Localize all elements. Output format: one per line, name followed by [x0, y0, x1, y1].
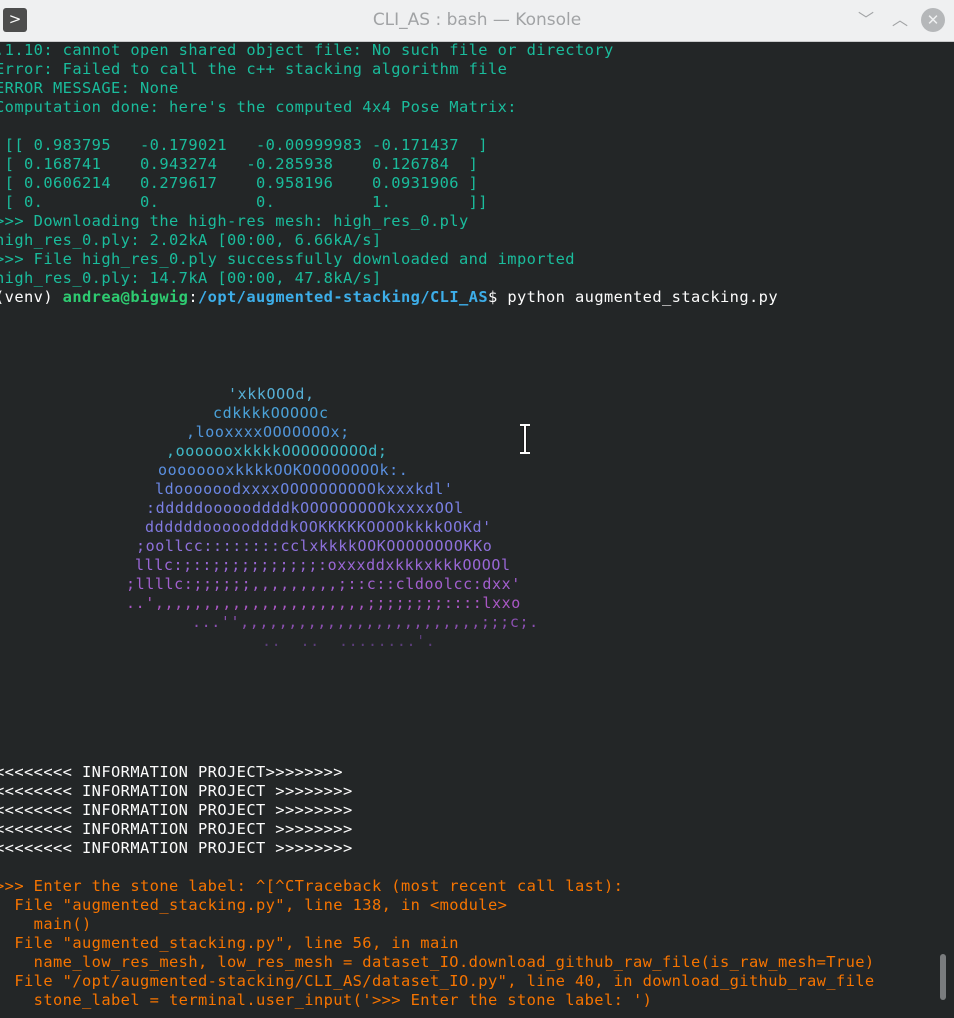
scrollbar-thumb[interactable] — [940, 954, 946, 1000]
traceback-line: File "/opt/augmented-stacking/CLI_AS/dat… — [0, 972, 875, 990]
window-title: CLI_AS : bash — Konsole — [372, 10, 582, 30]
ascii-art-line: ,looxxxxOOOOOOOx; — [186, 423, 350, 441]
ascii-art-line: ddddddoooooddddkOOKKKKKOOOOkkkkOOKd' — [145, 518, 492, 536]
traceback-line: File "augmented_stacking.py", line 56, i… — [0, 934, 459, 952]
info-line: <<<<<<<< INFORMATION PROJECT>>>>>>>> — [0, 763, 343, 781]
ascii-art-line: 'xkkOOOd, — [228, 385, 315, 403]
ascii-art-line: cdkkkkOOOOOc — [213, 404, 329, 422]
ascii-art-line: ,ooooooxkkkkOOOOOOOOOd; — [166, 442, 388, 460]
ascii-art-line: ;llllc:;;;;;;,,,,,,,,,;::c::cldoolcc:dxx… — [126, 575, 521, 593]
ascii-art-line: ..',,,,,,,,,,,,,,,,,,,,,,;;;;;;;;::::lxx… — [126, 594, 521, 612]
info-line: <<<<<<<< INFORMATION PROJECT >>>>>>>> — [0, 820, 353, 838]
info-line: <<<<<<<< INFORMATION PROJECT >>>>>>>> — [0, 801, 353, 819]
ascii-art-line: :dddddoooooddddkOOOOOOOOOkxxxxOOl — [146, 499, 464, 517]
ascii-art-logo: 'xkkOOOd, cdkkkkOOOOOc ,looxxxxOOOOOOOx;… — [0, 41, 954, 650]
ascii-art-line: .. .. ........'. — [262, 632, 436, 650]
title-bar: > CLI_AS : bash — Konsole ﹀ ︿ ✕ — [0, 0, 954, 42]
maximize-button[interactable]: ︿ — [888, 8, 912, 32]
traceback-line: stone_label = terminal.user_input('>>> E… — [0, 991, 653, 1009]
text-cursor-icon — [520, 424, 530, 454]
ascii-art-line: oooooooxkkkkOOKOOOOOOOOk:. — [158, 461, 409, 479]
info-line: <<<<<<<< INFORMATION PROJECT >>>>>>>> — [0, 782, 353, 800]
minimize-button[interactable]: ﹀ — [854, 8, 878, 32]
ascii-art-line: ldoooooodxxxxOOOOOOOOOOkxxxkdl' — [155, 480, 454, 498]
traceback-line: main() — [0, 915, 92, 933]
ascii-art-line: ...'',,,,,,,,,,,,,,,,,,,,,,,,,;;;c;. — [192, 613, 539, 631]
close-button[interactable]: ✕ — [921, 8, 945, 32]
traceback-line: >>> Enter the stone label: ^[^CTraceback… — [0, 877, 624, 895]
terminal-output[interactable]: .1.10: cannot open shared object file: N… — [0, 41, 954, 1018]
traceback-line: name_low_res_mesh, low_res_mesh = datase… — [0, 953, 875, 971]
info-line: <<<<<<<< INFORMATION PROJECT >>>>>>>> — [0, 839, 353, 857]
traceback-line: File "augmented_stacking.py", line 138, … — [0, 896, 508, 914]
ascii-art-line: lllc:;::;;;;;;;;;;;:oxxxddxkkkxkkkOOOOl — [135, 556, 511, 574]
ascii-art-line: ;oollcc::::::::cclxkkkkOOKOOOOOOOOKKo — [136, 537, 493, 555]
